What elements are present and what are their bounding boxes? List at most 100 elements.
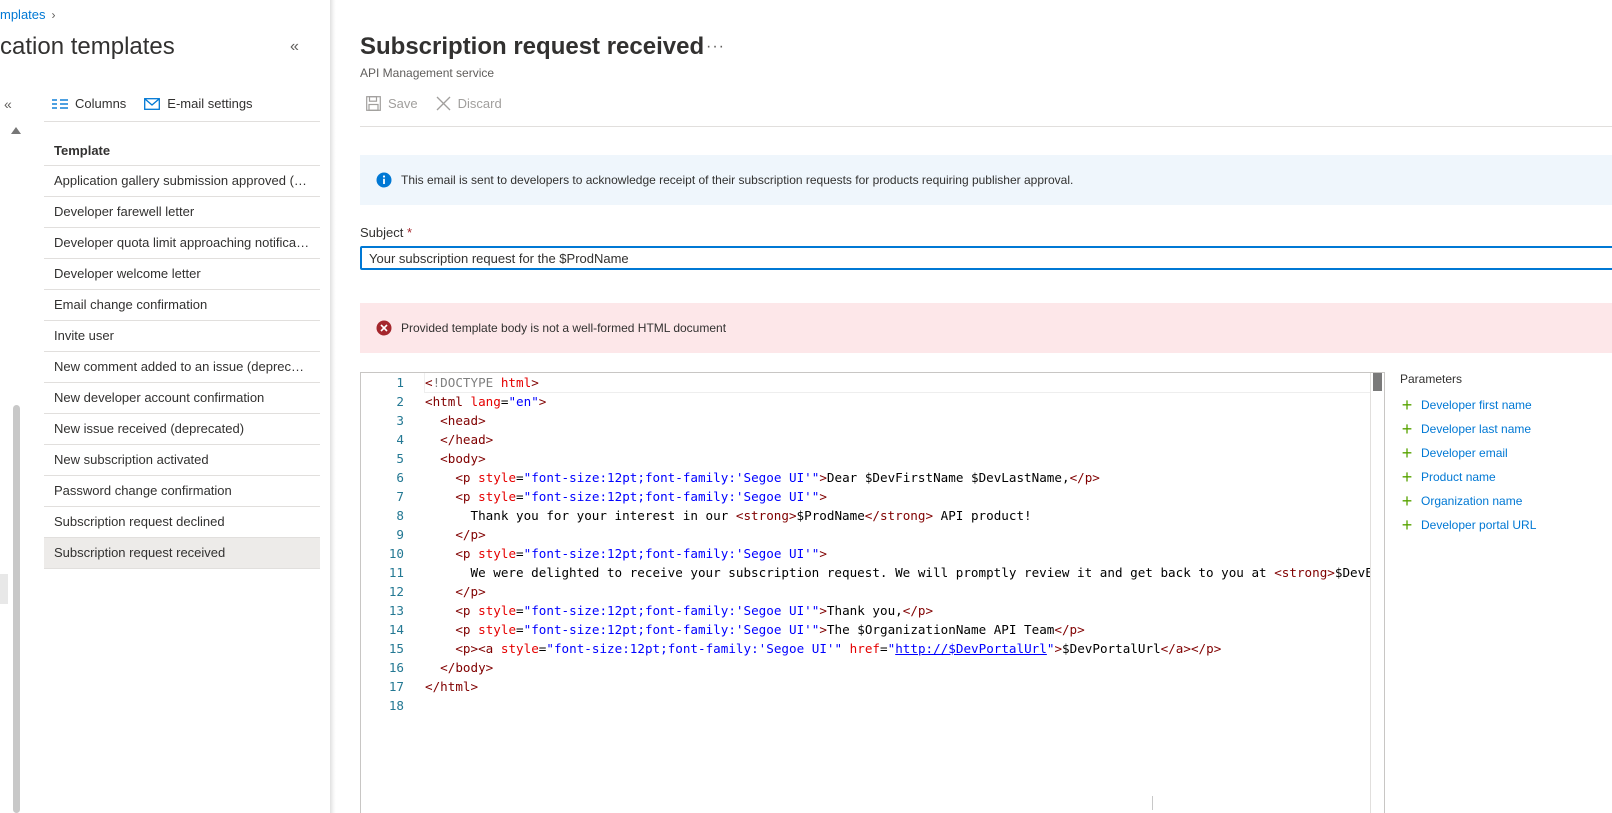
code-line[interactable]: </p> — [425, 525, 1370, 544]
pane-title: cation templates — [0, 33, 175, 60]
list-item[interactable]: Email change confirmation — [44, 290, 320, 321]
list-item[interactable]: Invite user — [44, 321, 320, 352]
collapse-pane-icon[interactable]: « — [290, 38, 299, 56]
param-developer-email[interactable]: + Developer email — [1400, 441, 1612, 465]
plus-icon: + — [1401, 395, 1413, 415]
list-item[interactable]: Developer farewell letter — [44, 197, 320, 228]
code-line[interactable]: We were delighted to receive your subscr… — [425, 563, 1372, 582]
line-number: 4 — [396, 432, 404, 447]
param-label: Developer last name — [1421, 422, 1532, 436]
text-cursor-icon — [1152, 796, 1153, 810]
code-line[interactable]: </html> — [425, 677, 1370, 696]
discard-button[interactable]: Discard — [436, 96, 502, 111]
line-number: 8 — [396, 508, 404, 523]
list-item[interactable]: Subscription request declined — [44, 507, 320, 538]
columns-button[interactable]: Columns — [52, 96, 126, 111]
subject-input[interactable] — [360, 246, 1612, 270]
templates-pane: mplates › cation templates « « Columns E… — [0, 0, 330, 813]
list-item[interactable]: New subscription activated — [44, 445, 320, 476]
line-number: 11 — [388, 565, 404, 580]
editor-scrollbar[interactable] — [1370, 373, 1384, 813]
error-circle-icon — [376, 320, 392, 336]
plus-icon: + — [1401, 419, 1413, 439]
param-developer-last-name[interactable]: + Developer last name — [1400, 417, 1612, 441]
code-line[interactable]: <body> — [425, 449, 1370, 468]
plus-icon: + — [1401, 467, 1413, 487]
email-settings-label: E-mail settings — [167, 96, 253, 111]
more-options-icon[interactable]: ··· — [706, 38, 725, 56]
code-line[interactable]: Thank you for your interest in our <stro… — [425, 506, 1370, 525]
command-bar: Save Discard — [366, 96, 502, 111]
parameters-panel: Parameters + Developer first name + Deve… — [1400, 372, 1612, 537]
subject-label: Subject * — [360, 225, 412, 240]
code-line[interactable]: </body> — [425, 658, 1370, 677]
code-line[interactable]: <p style="font-size:12pt;font-family:'Se… — [425, 487, 1370, 506]
param-label: Developer email — [1421, 446, 1508, 460]
code-line[interactable]: <head> — [425, 411, 1370, 430]
save-button[interactable]: Save — [366, 96, 418, 111]
line-number: 15 — [388, 641, 404, 656]
mail-icon — [144, 97, 161, 110]
close-icon — [436, 96, 451, 111]
list-item[interactable]: Developer quota limit approaching notifi… — [44, 228, 320, 259]
scroll-up-arrow-icon[interactable] — [11, 127, 21, 134]
editor-scroll-thumb[interactable] — [1373, 373, 1382, 391]
save-icon — [366, 96, 381, 111]
scroll-thumb[interactable] — [13, 405, 20, 813]
param-label: Organization name — [1421, 494, 1523, 508]
page-subtitle: API Management service — [360, 66, 495, 80]
param-label: Developer first name — [1421, 398, 1532, 412]
template-list: Template Application gallery submission … — [44, 135, 320, 569]
line-number: 5 — [396, 451, 404, 466]
line-number: 12 — [388, 584, 404, 599]
param-organization-name[interactable]: + Organization name — [1400, 489, 1612, 513]
code-line[interactable]: </head> — [425, 430, 1370, 449]
line-number: 9 — [396, 527, 404, 542]
code-area[interactable]: <!DOCTYPE html> <html lang="en"> <head> … — [424, 373, 1373, 813]
list-item[interactable]: Password change confirmation — [44, 476, 320, 507]
breadcrumb-link[interactable]: mplates — [0, 7, 46, 22]
code-line[interactable]: </p> — [425, 582, 1370, 601]
error-message-bar: Provided template body is not a well-for… — [360, 303, 1612, 353]
param-label: Product name — [1421, 470, 1496, 484]
info-message-text: This email is sent to developers to ackn… — [401, 173, 1074, 187]
info-message-bar: This email is sent to developers to ackn… — [360, 155, 1612, 205]
chevron-right-icon: › — [51, 7, 56, 22]
line-number: 7 — [396, 489, 404, 504]
line-number: 14 — [388, 622, 404, 637]
template-body-editor[interactable]: 1 2 3 4 5 6 7 8 9 10 11 12 13 14 15 16 1… — [360, 372, 1385, 813]
code-line[interactable] — [425, 696, 1370, 715]
list-item[interactable]: Application gallery submission approved … — [44, 166, 320, 197]
code-line[interactable]: <!DOCTYPE html> — [424, 373, 1371, 393]
column-header-template[interactable]: Template — [44, 135, 320, 166]
command-bar-divider — [360, 126, 1612, 127]
plus-icon: + — [1401, 491, 1413, 511]
line-number: 2 — [396, 394, 404, 409]
code-line[interactable]: <p style="font-size:12pt;font-family:'Se… — [425, 601, 1370, 620]
breadcrumb: mplates › — [0, 7, 56, 22]
code-line[interactable]: <p><a style="font-size:12pt;font-family:… — [425, 639, 1370, 658]
line-number: 6 — [396, 470, 404, 485]
pane-divider — [330, 0, 336, 813]
code-line[interactable]: <p style="font-size:12pt;font-family:'Se… — [425, 468, 1370, 487]
param-developer-portal-url[interactable]: + Developer portal URL — [1400, 513, 1612, 537]
list-item[interactable]: New comment added to an issue (deprecate… — [44, 352, 320, 383]
list-item-selected[interactable]: Subscription request received — [44, 538, 320, 569]
list-item[interactable]: New issue received (deprecated) — [44, 414, 320, 445]
sidebar-scrollbar[interactable] — [11, 123, 23, 813]
required-marker: * — [407, 225, 413, 240]
list-item[interactable]: New developer account confirmation — [44, 383, 320, 414]
code-line[interactable]: <html lang="en"> — [425, 392, 1370, 411]
code-line[interactable]: <p style="font-size:12pt;font-family:'Se… — [425, 544, 1370, 563]
param-developer-first-name[interactable]: + Developer first name — [1400, 393, 1612, 417]
columns-icon — [52, 98, 68, 109]
page-title: Subscription request received — [360, 33, 705, 60]
collapse-menu-icon[interactable]: « — [4, 96, 12, 112]
param-label: Developer portal URL — [1421, 518, 1537, 532]
line-number: 16 — [388, 660, 404, 675]
list-item[interactable]: Developer welcome letter — [44, 259, 320, 290]
line-number: 1 — [396, 375, 404, 390]
code-line[interactable]: <p style="font-size:12pt;font-family:'Se… — [425, 620, 1370, 639]
email-settings-button[interactable]: E-mail settings — [144, 96, 253, 111]
param-product-name[interactable]: + Product name — [1400, 465, 1612, 489]
